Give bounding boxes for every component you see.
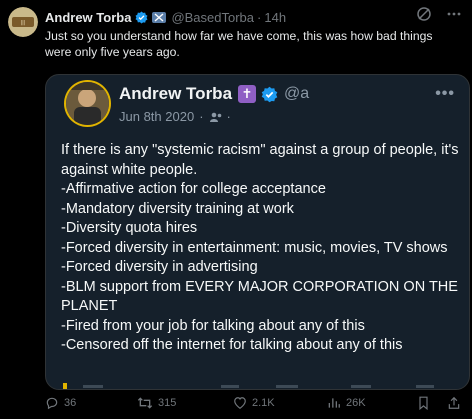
flag-icon xyxy=(152,11,167,23)
quoted-line: -Forced diversity in entertainment: musi… xyxy=(61,239,448,256)
quoted-line: -Mandatory diversity training at work xyxy=(61,200,294,217)
quoted-author-name: Andrew Torba xyxy=(119,84,233,103)
audience-icon xyxy=(209,111,223,123)
quoted-date-row: Jun 8th 2020 · · xyxy=(119,109,231,124)
quoted-text: If there is any "systemic racism" agains… xyxy=(61,141,466,356)
more-icon[interactable] xyxy=(446,6,462,22)
quoted-author-handle: @a xyxy=(284,85,310,102)
repost-button[interactable]: 315 xyxy=(137,396,176,410)
separator-dot: · xyxy=(257,9,262,25)
reply-count: 36 xyxy=(64,397,77,409)
share-icon xyxy=(447,396,461,410)
views-icon xyxy=(327,396,341,410)
views-count: 26K xyxy=(346,397,366,409)
like-icon xyxy=(233,396,247,410)
separator-dot: · xyxy=(199,109,204,124)
quoted-line: -Forced diversity in advertising xyxy=(61,259,258,275)
quoted-more-icon: ••• xyxy=(435,85,455,102)
quoted-line: If there is any "systemic racism" agains… xyxy=(61,142,459,178)
svg-text:|||: ||| xyxy=(20,20,25,26)
author-handle[interactable]: @BasedTorba xyxy=(171,10,254,25)
share-button[interactable] xyxy=(447,396,461,410)
post-time[interactable]: 14h xyxy=(264,10,286,25)
like-button[interactable]: 2.1K xyxy=(233,396,275,410)
quoted-date: Jun 8th 2020 xyxy=(119,109,195,124)
verified-badge-icon xyxy=(135,11,148,24)
grok-icon[interactable] xyxy=(416,6,432,22)
cross-badge-icon: ✝ xyxy=(238,85,257,103)
quoted-post-image[interactable]: Andrew Torba ✝ @a Jun 8th 2020 · · ••• I… xyxy=(45,74,470,390)
post-header: Andrew Torba @BasedTorba · 14h xyxy=(45,8,286,26)
post-top-actions xyxy=(416,6,462,22)
repost-icon xyxy=(137,396,153,410)
author-name[interactable]: Andrew Torba xyxy=(45,10,131,25)
like-count: 2.1K xyxy=(252,397,275,409)
quoted-name-row: Andrew Torba ✝ @a xyxy=(119,83,309,105)
bookmark-icon xyxy=(417,396,430,410)
quoted-line: -Censored off the internet for talking a… xyxy=(61,337,403,353)
repost-count: 315 xyxy=(158,397,177,409)
reply-button[interactable]: 36 xyxy=(45,396,76,410)
verified-badge-icon xyxy=(261,86,278,103)
quoted-stats-cutoff xyxy=(61,375,456,389)
quoted-line: -BLM support from EVERY MAJOR CORPORATIO… xyxy=(61,278,458,315)
quoted-line: -Fired from your job for talking about a… xyxy=(61,317,365,334)
author-avatar[interactable]: ||| xyxy=(8,7,38,37)
quoted-line: -Diversity quota hires xyxy=(61,220,198,236)
post-text: Just so you understand how far we have c… xyxy=(45,29,433,59)
reply-icon xyxy=(45,396,59,410)
quoted-line: -Affirmative action for college acceptan… xyxy=(61,181,326,197)
action-bar: 36 315 2.1K 26K xyxy=(45,396,465,412)
quoted-author-avatar xyxy=(66,82,109,125)
separator-dot: · xyxy=(226,109,231,124)
bookmark-button[interactable] xyxy=(417,396,430,410)
views-button[interactable]: 26K xyxy=(327,396,366,410)
